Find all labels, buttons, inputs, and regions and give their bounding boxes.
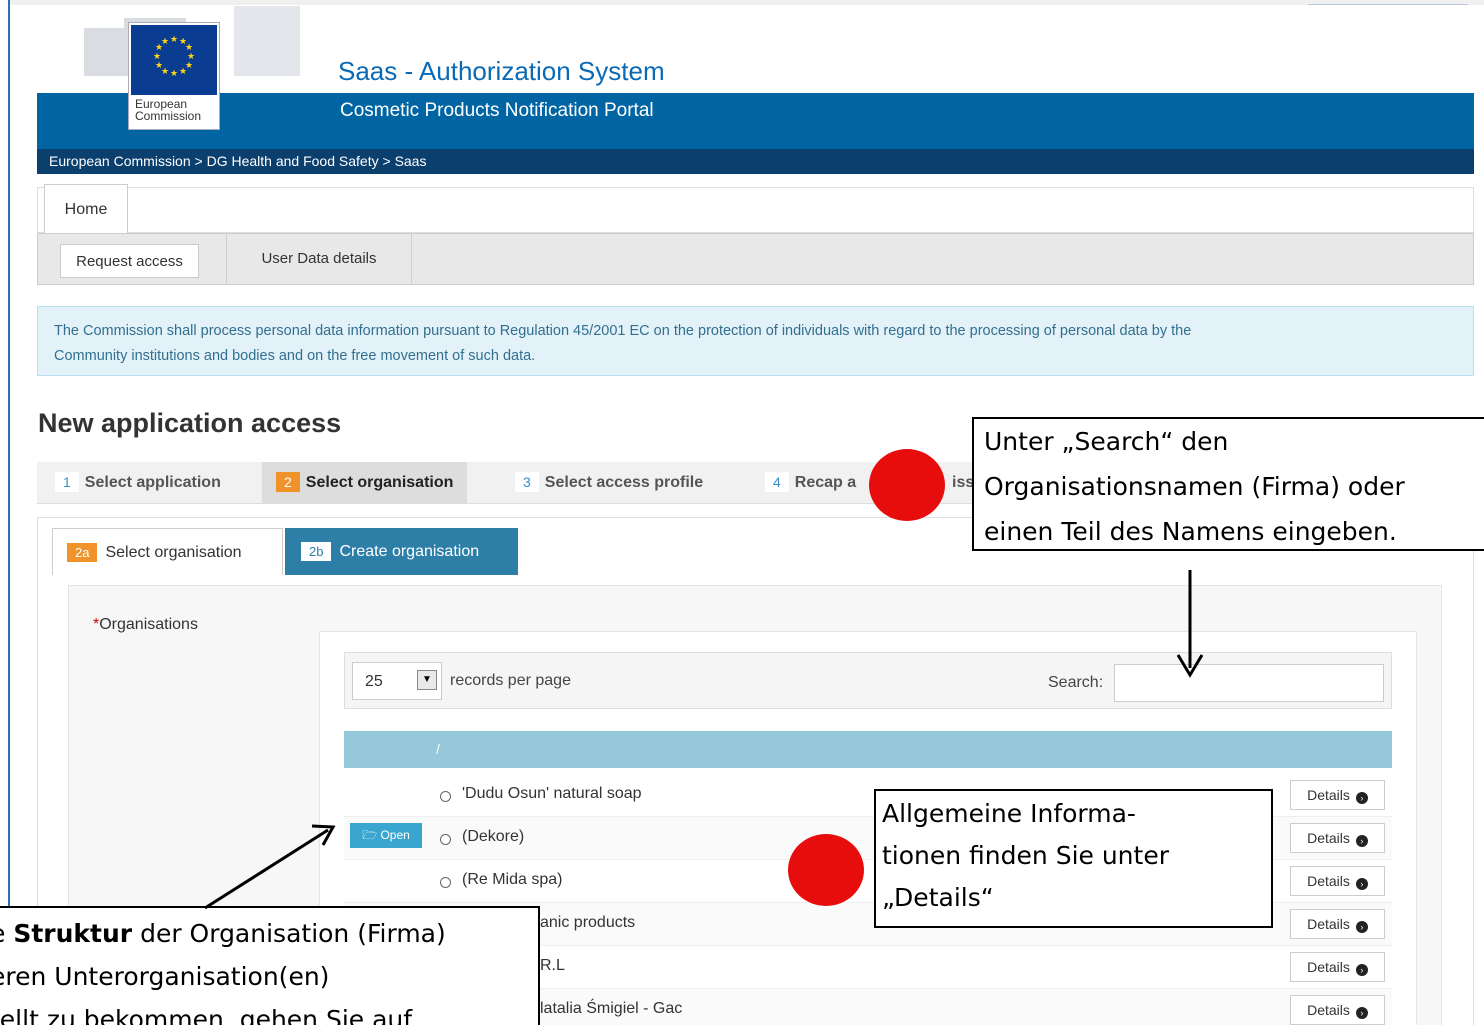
breadcrumb: European Commission > DG Health and Food…: [37, 149, 1474, 174]
organisations-label: *Organisations: [93, 616, 198, 633]
left-border-line: [8, 0, 10, 1025]
svg-text:★: ★: [153, 52, 161, 62]
step-select-access-profile[interactable]: 3 Select access profile: [515, 462, 703, 504]
privacy-info-box: The Commission shall process personal da…: [37, 306, 1474, 376]
tab-create-organisation[interactable]: 2b Create organisation: [285, 528, 518, 575]
organisation-name: R.L: [540, 957, 565, 974]
search-label: Search:: [1048, 674, 1104, 691]
chevron-right-icon: ›: [1355, 1007, 1368, 1019]
organisation-name: anic products: [540, 914, 636, 931]
chevron-down-icon[interactable]: ▼: [417, 670, 437, 690]
column-header[interactable]: /: [436, 731, 440, 768]
tab-user-data-details[interactable]: User Data details: [226, 234, 412, 284]
step-submission[interactable]: iss: [952, 462, 974, 504]
red-marker: [869, 449, 945, 521]
breadcrumb-item[interactable]: Saas: [395, 153, 427, 169]
svg-text:★: ★: [170, 35, 178, 45]
eu-flag-icon: ★ ★ ★ ★ ★ ★ ★ ★ ★ ★ ★ ★: [131, 25, 217, 95]
svg-text:★: ★: [155, 61, 163, 71]
svg-text:★: ★: [179, 67, 187, 77]
radio-button[interactable]: [440, 834, 451, 845]
search-input[interactable]: [1114, 664, 1384, 702]
main-nav: Home: [37, 184, 1474, 234]
page-title: New application access: [38, 408, 342, 438]
ec-logo[interactable]: ★ ★ ★ ★ ★ ★ ★ ★ ★ ★ ★ ★ European Commission: [128, 22, 220, 130]
step-recap[interactable]: 4 Recap a: [765, 462, 856, 504]
open-button[interactable]: 🗁 Open: [350, 823, 422, 848]
header-banner: [37, 93, 1474, 149]
tab-home[interactable]: Home: [44, 184, 128, 234]
details-button[interactable]: Details ›: [1290, 952, 1385, 982]
details-button[interactable]: Details ›: [1290, 823, 1385, 853]
radio-button[interactable]: [440, 877, 451, 888]
annotation-search: Unter „Search“ den Organisationsnamen (F…: [972, 417, 1484, 551]
sub-nav: Request access User Data details: [37, 233, 1474, 285]
organisation-name: 'Dudu Osun' natural soap: [462, 785, 642, 802]
details-button[interactable]: Details ›: [1290, 995, 1385, 1025]
annotation-details: Allgemeine Informa- tionen finden Sie un…: [874, 789, 1273, 928]
details-button[interactable]: Details ›: [1290, 909, 1385, 939]
top-right-edge: [1308, 4, 1468, 8]
svg-text:★: ★: [170, 69, 178, 79]
chevron-right-icon: ›: [1355, 921, 1368, 933]
logo-text: European Commission: [135, 97, 202, 123]
radio-button[interactable]: [440, 791, 451, 802]
chevron-right-icon: ›: [1355, 792, 1368, 804]
svg-text:★: ★: [161, 37, 169, 47]
top-strip: [10, 0, 1484, 5]
step-select-application[interactable]: 1 Select application: [55, 462, 221, 504]
organisation-name: (Re Mida spa): [462, 871, 563, 888]
chevron-right-icon: ›: [1355, 835, 1368, 847]
portal-title: Cosmetic Products Notification Portal: [340, 100, 654, 121]
tab-select-organisation[interactable]: 2a Select organisation: [52, 528, 283, 575]
breadcrumb-item[interactable]: DG Health and Food Safety: [207, 153, 379, 169]
annotation-structure: e Struktur der Organisation (Firma) eren…: [0, 906, 540, 1025]
step-select-organisation[interactable]: 2 Select organisation: [262, 462, 468, 504]
page: ★ ★ ★ ★ ★ ★ ★ ★ ★ ★ ★ ★ European Commission Saas …: [0, 0, 1484, 1025]
table-header: /: [344, 731, 1392, 768]
details-button[interactable]: Details ›: [1290, 866, 1385, 896]
chevron-right-icon: ›: [1355, 964, 1368, 976]
organisation-name: (Dekore): [462, 828, 525, 845]
folder-open-icon: 🗁: [362, 828, 378, 842]
info-text-line: Community institutions and bodies and on…: [54, 348, 536, 364]
app-title: Saas - Authorization System: [338, 56, 665, 86]
red-marker: [788, 834, 864, 906]
tab-request-access[interactable]: Request access: [60, 244, 199, 278]
details-button[interactable]: Details ›: [1290, 780, 1385, 810]
chevron-right-icon: ›: [1355, 878, 1368, 890]
breadcrumb-item[interactable]: European Commission: [49, 153, 191, 169]
info-text-line: The Commission shall process personal da…: [54, 323, 1192, 339]
records-per-page-label: records per page: [450, 672, 571, 689]
organisation-name: latalia Śmigiel - Gac: [540, 1000, 683, 1017]
